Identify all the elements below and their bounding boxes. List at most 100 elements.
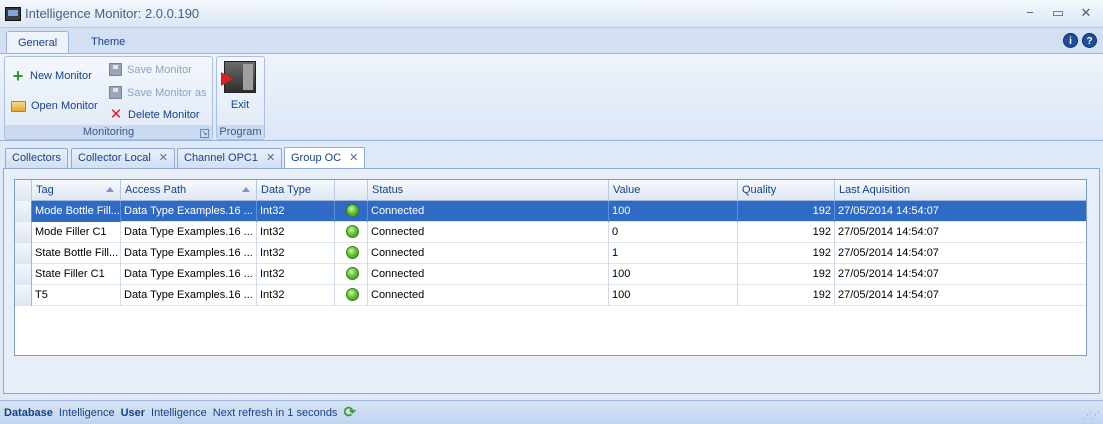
table-row[interactable]: State Bottle Fill... Data Type Examples.…: [15, 243, 1086, 264]
cell-status[interactable]: Connected: [368, 285, 609, 306]
window-title: Intelligence Monitor: 2.0.0.190: [25, 6, 200, 21]
cell-access-path[interactable]: Data Type Examples.16 ...: [121, 201, 257, 222]
user-label: User: [120, 406, 146, 419]
cell-data-type[interactable]: Int32: [257, 222, 335, 243]
column-header-last-aquisition[interactable]: Last Aquisition: [835, 180, 1085, 201]
open-monitor-button[interactable]: Open Monitor: [11, 100, 98, 112]
row-selector: [15, 264, 32, 285]
close-tab-icon[interactable]: ✕: [266, 149, 275, 168]
close-tab-icon[interactable]: ✕: [159, 149, 168, 168]
doc-tab-label: Group OC: [291, 151, 342, 164]
cell-led: [335, 201, 368, 222]
cell-status[interactable]: Connected: [368, 201, 609, 222]
delete-monitor-button[interactable]: ✕ Delete Monitor: [109, 106, 200, 123]
cell-last-aquisition[interactable]: 27/05/2014 14:54:07: [835, 222, 1085, 243]
tags-grid: Tag Access Path Data Type Status Value Q…: [14, 179, 1087, 356]
cell-quality[interactable]: 192: [738, 264, 835, 285]
doc-tab-collectors[interactable]: Collectors: [5, 148, 68, 168]
cell-access-path[interactable]: Data Type Examples.16 ...: [121, 243, 257, 264]
tab-general[interactable]: General: [6, 31, 70, 53]
dialog-launcher-icon[interactable]: ↘: [200, 129, 209, 138]
window-controls: − ▭ ✕: [1021, 5, 1095, 21]
new-monitor-button[interactable]: + New Monitor: [11, 66, 92, 86]
cell-data-type[interactable]: Int32: [257, 201, 335, 222]
status-bar: Database Intelligence User Intelligence …: [0, 400, 1103, 424]
ribbon-tab-strip: General Theme i ?: [0, 28, 1103, 53]
delete-x-icon: ✕: [109, 106, 123, 123]
database-value: Intelligence: [58, 406, 115, 419]
close-tab-icon[interactable]: ✕: [349, 149, 358, 168]
resize-grip-icon[interactable]: ⋰⋰: [1083, 410, 1100, 421]
grid-header-row: Tag Access Path Data Type Status Value Q…: [15, 180, 1086, 201]
doc-tab-channel-opc1[interactable]: Channel OPC1 ✕: [177, 148, 283, 168]
cell-led: [335, 222, 368, 243]
cell-value[interactable]: 0: [609, 222, 738, 243]
sort-asc-icon: [242, 187, 250, 192]
open-monitor-label: Open Monitor: [31, 100, 98, 112]
cell-status[interactable]: Connected: [368, 264, 609, 285]
cell-status[interactable]: Connected: [368, 243, 609, 264]
save-monitor-button[interactable]: Save Monitor: [109, 63, 192, 76]
cell-data-type[interactable]: Int32: [257, 243, 335, 264]
title-bar: Intelligence Monitor: 2.0.0.190 − ▭ ✕: [0, 0, 1103, 28]
cell-tag[interactable]: Mode Filler C1: [32, 222, 121, 243]
minimize-button[interactable]: −: [1021, 5, 1039, 21]
cell-value[interactable]: 100: [609, 264, 738, 285]
cell-last-aquisition[interactable]: 27/05/2014 14:54:07: [835, 201, 1085, 222]
column-header-quality[interactable]: Quality: [738, 180, 835, 201]
status-led-icon: [346, 288, 359, 301]
column-header-access-path[interactable]: Access Path: [121, 180, 257, 201]
doc-tab-collector-local[interactable]: Collector Local ✕: [71, 148, 175, 168]
ribbon-body: + New Monitor Open Monitor Save Monitor …: [0, 53, 1103, 141]
cell-last-aquisition[interactable]: 27/05/2014 14:54:07: [835, 264, 1085, 285]
cell-value[interactable]: 100: [609, 285, 738, 306]
cell-status[interactable]: Connected: [368, 222, 609, 243]
cell-access-path[interactable]: Data Type Examples.16 ...: [121, 264, 257, 285]
save-monitor-as-button[interactable]: Save Monitor as: [109, 86, 206, 99]
cell-last-aquisition[interactable]: 27/05/2014 14:54:07: [835, 243, 1085, 264]
table-row[interactable]: T5 Data Type Examples.16 ... Int32 Conne…: [15, 285, 1086, 306]
cell-access-path[interactable]: Data Type Examples.16 ...: [121, 222, 257, 243]
help-icon[interactable]: ?: [1082, 33, 1097, 48]
cell-data-type[interactable]: Int32: [257, 264, 335, 285]
column-header-tag[interactable]: Tag: [32, 180, 121, 201]
refresh-icon[interactable]: ⟳: [343, 405, 359, 420]
program-group-label: Program: [217, 125, 264, 139]
cell-quality[interactable]: 192: [738, 285, 835, 306]
cell-led: [335, 243, 368, 264]
tab-theme[interactable]: Theme: [80, 31, 136, 53]
help-icons: i ?: [1063, 33, 1097, 48]
restore-button[interactable]: ▭: [1049, 5, 1067, 21]
column-header-value[interactable]: Value: [609, 180, 738, 201]
cell-quality[interactable]: 192: [738, 222, 835, 243]
cell-tag[interactable]: State Filler C1: [32, 264, 121, 285]
column-header-led[interactable]: [335, 180, 368, 201]
cell-tag[interactable]: State Bottle Fill...: [32, 243, 121, 264]
cell-data-type[interactable]: Int32: [257, 285, 335, 306]
close-button[interactable]: ✕: [1077, 5, 1095, 21]
column-header-status[interactable]: Status: [368, 180, 609, 201]
cell-last-aquisition[interactable]: 27/05/2014 14:54:07: [835, 285, 1085, 306]
cell-tag[interactable]: T5: [32, 285, 121, 306]
cell-value[interactable]: 1: [609, 243, 738, 264]
refresh-countdown: Next refresh in 1 seconds: [212, 406, 338, 419]
sort-asc-icon: [106, 187, 114, 192]
cell-tag[interactable]: Mode Bottle Fill...: [32, 201, 121, 222]
table-row[interactable]: › Mode Bottle Fill... Data Type Examples…: [15, 201, 1086, 222]
save-monitor-label: Save Monitor: [127, 63, 192, 76]
exit-button[interactable]: Exit: [221, 61, 256, 111]
cell-quality[interactable]: 192: [738, 243, 835, 264]
table-row[interactable]: Mode Filler C1 Data Type Examples.16 ...…: [15, 222, 1086, 243]
plus-icon: +: [12, 66, 24, 86]
doc-tab-label: Collectors: [12, 152, 61, 164]
doc-tab-label: Channel OPC1: [184, 152, 258, 164]
cell-access-path[interactable]: Data Type Examples.16 ...: [121, 285, 257, 306]
column-header-data-type[interactable]: Data Type: [257, 180, 335, 201]
cell-value[interactable]: 100: [609, 201, 738, 222]
table-row[interactable]: State Filler C1 Data Type Examples.16 ..…: [15, 264, 1086, 285]
cell-quality[interactable]: 192: [738, 201, 835, 222]
document-area: Collectors Collector Local ✕ Channel OPC…: [0, 141, 1103, 400]
info-icon[interactable]: i: [1063, 33, 1078, 48]
doc-tab-group-oc[interactable]: Group OC ✕: [284, 147, 366, 168]
exit-label: Exit: [230, 99, 250, 111]
